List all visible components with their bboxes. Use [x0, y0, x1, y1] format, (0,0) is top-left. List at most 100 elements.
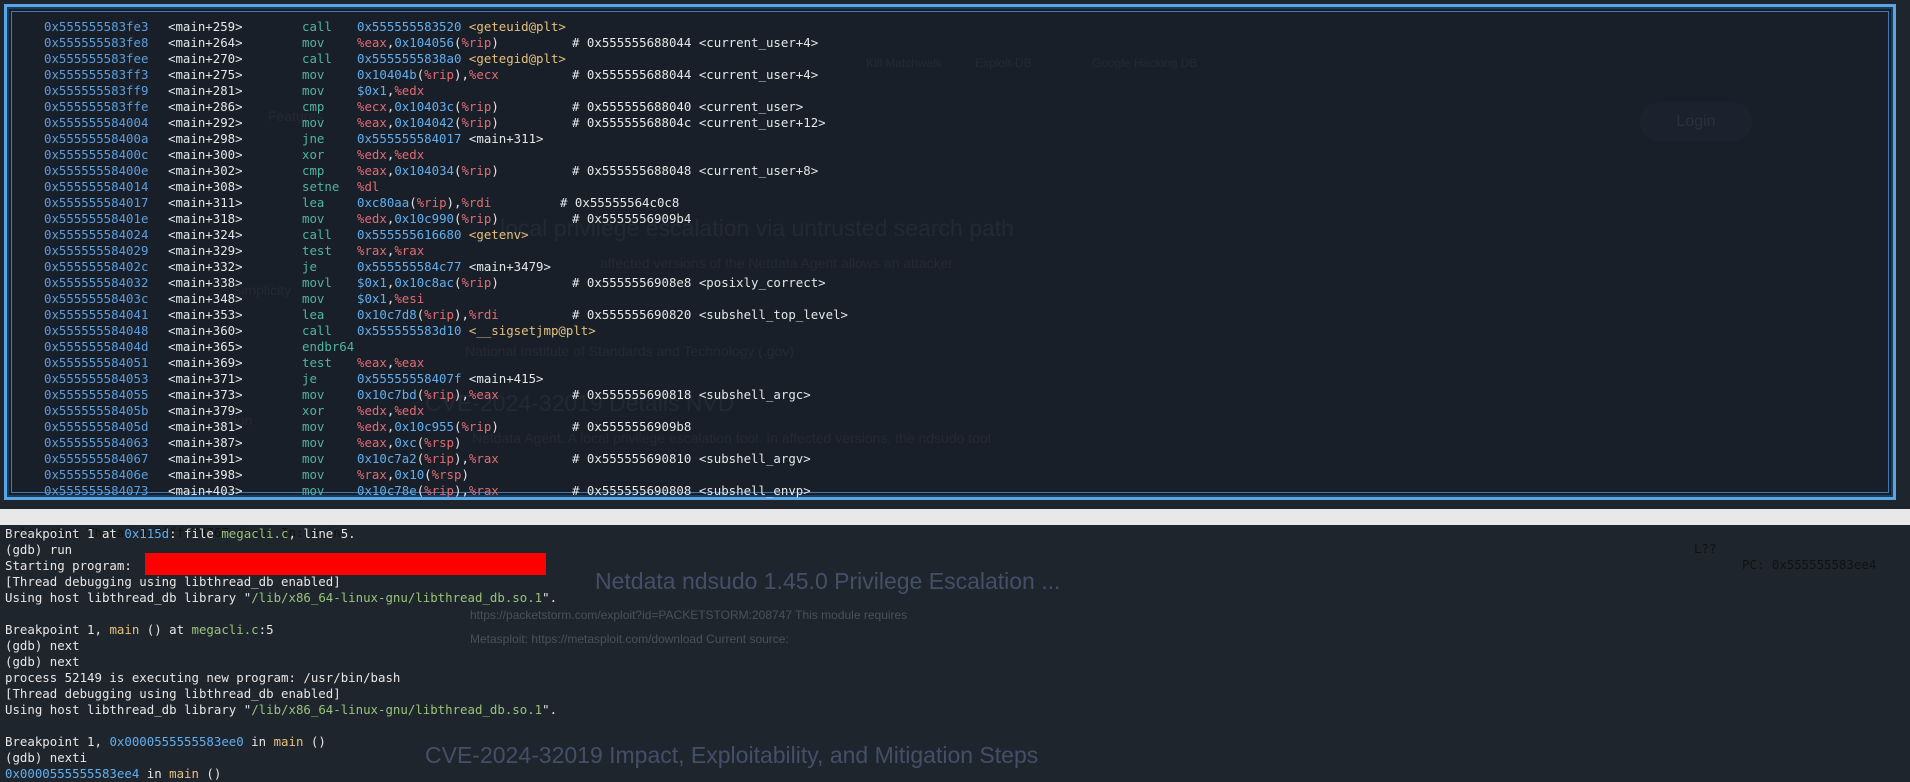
asm-line[interactable]: 0x555555584048 <main+360> call 0x555555583d…	[12, 323, 1888, 339]
asm-line[interactable]: 0x555555584029 <main+329> test %rax,%rax	[12, 243, 1888, 259]
asm-address: 0x555555583fe3	[44, 19, 149, 34]
asm-line[interactable]: 0x55555558400a <main+298> jne 0x55555558401…	[12, 131, 1888, 147]
asm-operand-token: 0x10	[394, 467, 425, 482]
output-token: 0x115d	[124, 526, 170, 541]
asm-symbol: <main+360>	[168, 323, 243, 338]
asm-operand-token: ),	[446, 195, 462, 210]
asm-line[interactable]: 0x555555583fee <main+270> call 0x5555555838…	[12, 51, 1888, 67]
output-token: megacli.c	[191, 622, 259, 637]
asm-operands: %edx,%edx	[357, 403, 424, 419]
asm-operand-token: %rip	[461, 211, 492, 226]
asm-operand-token: 0x104056	[394, 35, 454, 50]
asm-line[interactable]: 0x555555584055 <main+373> mov 0x10c7bd(%rip…	[12, 387, 1888, 403]
asm-line[interactable]: 0x555555584067 <main+391> mov 0x10c7a2(%rip…	[12, 451, 1888, 467]
asm-address: 0x555555584041	[44, 307, 149, 322]
asm-symbol: <main+264>	[168, 35, 243, 50]
asm-operand-token: ),	[454, 451, 469, 466]
asm-mnemonic: lea	[302, 307, 325, 322]
asm-comment: # 0x5555556909b4	[572, 211, 692, 226]
asm-operands: %eax,0x104056(%rip)	[357, 35, 499, 51]
asm-line[interactable]: 0x555555584004 <main+292> mov %eax,0x104042…	[12, 115, 1888, 131]
asm-symbol: <main+318>	[168, 211, 243, 226]
asm-line[interactable]: 0x55555558400c <main+300> xor %edx,%edx	[12, 147, 1888, 163]
output-token: [Thread debugging using libthread_db ena…	[5, 686, 341, 701]
asm-line[interactable]: 0x555555583ffe <main+286> cmp %ecx,0x10403c…	[12, 99, 1888, 115]
asm-address: 0x55555558400c	[44, 147, 149, 162]
asm-window[interactable]: 0x555555583fe3 <main+259> call 0x5555555835…	[4, 4, 1896, 500]
output-token: /lib/x86_64-linux-gnu/libthread_db.so.1	[251, 590, 543, 605]
asm-operands: %dl	[357, 179, 379, 195]
output-token: in	[243, 734, 274, 749]
asm-line[interactable]: 0x555555584053 <main+371> je 0x55555558407f…	[12, 371, 1888, 387]
asm-mnemonic: call	[302, 51, 332, 66]
asm-line[interactable]: 0x555555583fe8 <main+264> mov %eax,0x104056…	[12, 35, 1888, 51]
output-token: Using host libthread_db library "	[5, 702, 252, 717]
asm-operand-token: )	[491, 419, 499, 434]
asm-symbol: <main+329>	[168, 243, 243, 258]
output-line: process 52149 is executing new program: …	[5, 670, 1910, 686]
asm-operand-token: )	[491, 99, 499, 114]
output-token: main	[169, 766, 199, 781]
asm-mnemonic: mov	[302, 83, 325, 98]
output-token: 0x0000555555583ee0	[109, 734, 244, 749]
asm-line[interactable]: 0x555555583ff3 <main+275> mov 0x10404b(%rip…	[12, 67, 1888, 83]
asm-line[interactable]: 0x55555558404d <main+365> endbr64	[12, 339, 1888, 355]
asm-line[interactable]: 0x555555584032 <main+338> movl $0x1,0x10c8a…	[12, 275, 1888, 291]
asm-line[interactable]: 0x555555583ff9 <main+281> mov $0x1,%edx	[12, 83, 1888, 99]
asm-operand-token: 0x555555583d10	[357, 323, 469, 338]
asm-mnemonic: jne	[302, 131, 325, 146]
asm-address: 0x555555584063	[44, 435, 149, 450]
asm-operand-token: %esi	[394, 291, 425, 306]
output-token: process 52149 is executing new program: …	[5, 670, 401, 685]
asm-operand-token: 0xc	[394, 435, 417, 450]
asm-operand-token: %dl	[357, 179, 380, 194]
asm-operands: 0x555555583d10 <__sigsetjmp@plt>	[357, 323, 596, 339]
asm-line[interactable]: 0x555555584051 <main+369> test %eax,%eax	[12, 355, 1888, 371]
asm-line[interactable]: 0x555555584063 <main+387> mov %eax,0xc(%rsp…	[12, 435, 1888, 451]
asm-symbol: <main+332>	[168, 259, 243, 274]
asm-operand-token: )	[491, 115, 499, 130]
asm-line[interactable]: 0x555555584017 <main+311> lea 0xc80aa(%rip)…	[12, 195, 1888, 211]
asm-operand-token: 0x555555584017	[357, 131, 469, 146]
output-token: /lib/x86_64-linux-gnu/libthread_db.so.1	[251, 702, 543, 717]
output-token: ()	[303, 734, 326, 749]
asm-address: 0x555555583ff9	[44, 83, 149, 98]
asm-line[interactable]: 0x555555584014 <main+308> setne %dl	[12, 179, 1888, 195]
asm-operands: 0x555555584017 <main+311>	[357, 131, 544, 147]
asm-operand-token: )	[491, 35, 499, 50]
asm-operands: %edx,0x10c990(%rip)	[357, 211, 499, 227]
asm-operand-token: %edx	[357, 403, 387, 418]
asm-comment: # 0x55555568804c <current_user+12>	[572, 115, 826, 130]
asm-operands: %rax,0x10(%rsp)	[357, 467, 469, 483]
asm-symbol: <main+281>	[168, 83, 243, 98]
asm-address: 0x555555584024	[44, 227, 149, 242]
output-token: ()	[198, 766, 222, 781]
asm-line[interactable]: 0x55555558403c <main+348> mov $0x1,%esi	[12, 291, 1888, 307]
asm-line[interactable]: 0x55555558405b <main+379> xor %edx,%edx	[12, 403, 1888, 419]
asm-line[interactable]: 0x55555558401e <main+318> mov %edx,0x10c990…	[12, 211, 1888, 227]
asm-operands: 0x10c7a2(%rip),%rax	[357, 451, 499, 467]
asm-operand-token: 0x555555584c77	[357, 259, 469, 274]
asm-mnemonic: endbr64	[302, 339, 355, 354]
asm-listing: 0x555555583fe3 <main+259> call 0x5555555835…	[12, 19, 1888, 499]
asm-line[interactable]: 0x555555583fe3 <main+259> call 0x5555555835…	[12, 19, 1888, 35]
asm-line[interactable]: 0x555555584024 <main+324> call 0x5555556166…	[12, 227, 1888, 243]
asm-operand-token: 0x10c955	[394, 419, 454, 434]
output-line: Using host libthread_db library "/lib/x8…	[5, 590, 1910, 606]
asm-operands: 0x55555558407f <main+415>	[357, 371, 544, 387]
asm-operand-token: 0x10c7d8	[357, 307, 417, 322]
asm-mnemonic: cmp	[302, 163, 325, 178]
asm-line[interactable]: 0x55555558406e <main+398> mov %rax,0x10(%rs…	[12, 467, 1888, 483]
asm-line[interactable]: 0x55555558402c <main+332> je 0x555555584c77…	[12, 259, 1888, 275]
asm-address: 0x555555584032	[44, 275, 149, 290]
asm-line[interactable]: 0x555555584073 <main+403> mov 0x10c78e(%rip…	[12, 483, 1888, 499]
asm-line[interactable]: 0x55555558405d <main+381> mov %edx,0x10c955…	[12, 419, 1888, 435]
asm-operand-token: %ecx	[357, 99, 387, 114]
asm-operand-token: ),	[454, 67, 469, 82]
asm-line[interactable]: 0x555555584041 <main+353> lea 0x10c7d8(%rip…	[12, 307, 1888, 323]
asm-line[interactable]: 0x55555558400e <main+302> cmp %eax,0x104034…	[12, 163, 1888, 179]
asm-mnemonic: mov	[302, 387, 325, 402]
asm-operand-token: %rax	[394, 243, 425, 258]
asm-address: 0x55555558403c	[44, 291, 149, 306]
asm-address: 0x555555583ff3	[44, 67, 149, 82]
